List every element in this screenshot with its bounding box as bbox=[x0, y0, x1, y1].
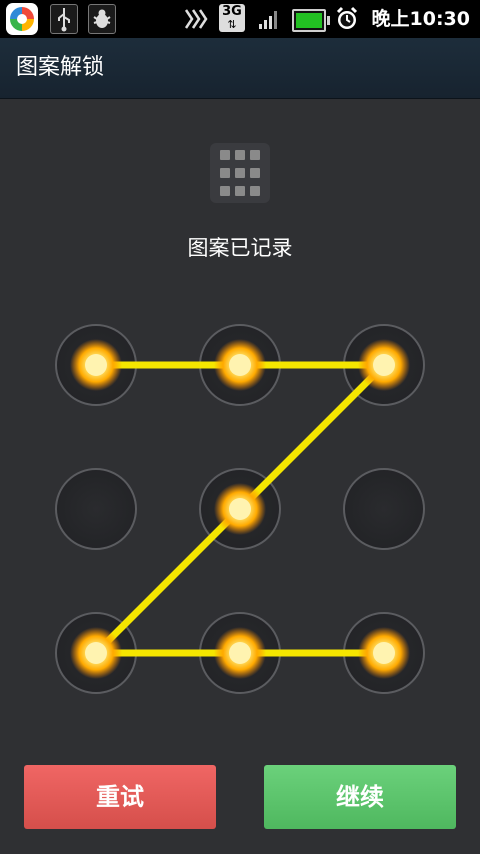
status-bar: 3G ⇅ 晚上10:30 bbox=[0, 0, 480, 38]
pattern-dot-glow bbox=[214, 483, 266, 535]
clock: 晚上10:30 bbox=[371, 8, 470, 30]
battery-icon bbox=[292, 9, 330, 32]
pattern-node-8[interactable] bbox=[199, 612, 281, 694]
pattern-dot-glow bbox=[358, 627, 410, 679]
pattern-grid-icon bbox=[210, 143, 270, 203]
pattern-node-4[interactable] bbox=[55, 468, 137, 550]
pattern-status-text: 图案已记录 bbox=[187, 236, 293, 260]
pattern-node-5[interactable] bbox=[199, 468, 281, 550]
debug-icon bbox=[88, 4, 116, 34]
alarm-icon bbox=[335, 6, 359, 36]
pattern-dot-glow bbox=[214, 339, 266, 391]
pattern-dot-glow bbox=[358, 339, 410, 391]
pattern-dot bbox=[229, 498, 251, 520]
pattern-dot-glow bbox=[70, 627, 122, 679]
signal-strength-icon bbox=[258, 8, 280, 34]
pattern-node-7[interactable] bbox=[55, 612, 137, 694]
pattern-dot bbox=[373, 642, 395, 664]
pattern-dot-glow bbox=[214, 627, 266, 679]
pattern-node-6[interactable] bbox=[343, 468, 425, 550]
app-store-icon bbox=[6, 3, 38, 35]
pattern-node-3[interactable] bbox=[343, 324, 425, 406]
pattern-segment bbox=[92, 505, 244, 657]
network-type-label: 3G bbox=[222, 4, 242, 19]
continue-button[interactable]: 继续 bbox=[264, 765, 456, 829]
pattern-lock-grid[interactable] bbox=[0, 0, 480, 854]
pattern-node-2[interactable] bbox=[199, 324, 281, 406]
pattern-dot bbox=[229, 642, 251, 664]
data-activity-icon bbox=[184, 8, 208, 34]
retry-button[interactable]: 重试 bbox=[24, 765, 216, 829]
pattern-dot bbox=[85, 642, 107, 664]
title-bar: 图案解锁 bbox=[0, 38, 480, 99]
pattern-dot bbox=[85, 354, 107, 376]
pattern-dot bbox=[229, 354, 251, 376]
pattern-dot bbox=[373, 354, 395, 376]
pattern-node-9[interactable] bbox=[343, 612, 425, 694]
page-title: 图案解锁 bbox=[16, 55, 105, 80]
pattern-dot-glow bbox=[70, 339, 122, 391]
pattern-segment bbox=[236, 361, 388, 513]
usb-icon bbox=[50, 4, 78, 34]
network-3g-icon: 3G ⇅ bbox=[219, 4, 245, 32]
pattern-node-1[interactable] bbox=[55, 324, 137, 406]
